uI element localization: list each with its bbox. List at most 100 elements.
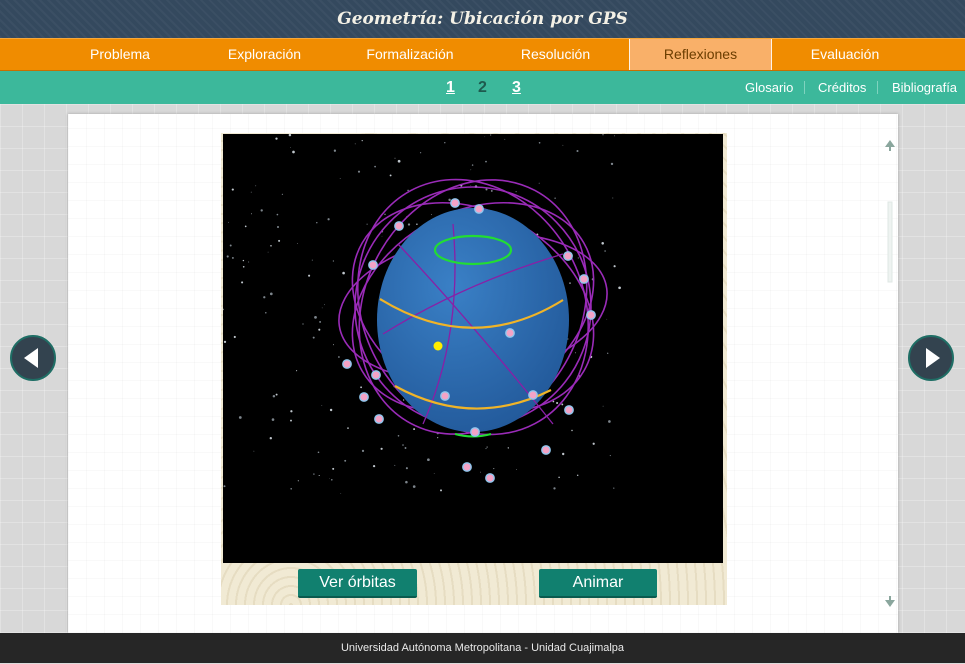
star: [397, 159, 401, 163]
star: [267, 251, 269, 253]
star: [297, 480, 299, 482]
star: [231, 188, 234, 191]
view-orbits-button[interactable]: Ver órbitas: [298, 569, 417, 598]
star: [231, 256, 234, 259]
gps-scene: Ver órbitas Animar: [221, 133, 727, 605]
bibliography-link[interactable]: Bibliografía: [892, 71, 957, 104]
nav-problema[interactable]: Problema: [48, 39, 192, 70]
nav-evaluacion[interactable]: Evaluación: [772, 39, 918, 70]
star: [333, 149, 337, 152]
star: [407, 223, 411, 226]
star: [271, 418, 275, 421]
glossary-link[interactable]: Glosario: [745, 71, 793, 104]
star: [413, 428, 416, 431]
star: [260, 209, 263, 212]
star: [244, 225, 247, 228]
star: [361, 449, 365, 453]
star: [448, 198, 451, 202]
star: [402, 444, 404, 446]
star: [250, 191, 252, 193]
nav-formalizacion[interactable]: Formalización: [337, 39, 483, 70]
star: [290, 488, 292, 490]
star: [311, 259, 313, 261]
arrow-up-icon: [885, 140, 895, 147]
star: [292, 150, 295, 154]
star: [607, 352, 609, 354]
star: [319, 320, 322, 323]
star: [507, 447, 509, 449]
star: [405, 480, 408, 484]
star: [614, 135, 616, 137]
star: [276, 213, 279, 216]
star: [440, 489, 442, 492]
nav-exploracion[interactable]: Exploración: [192, 39, 337, 70]
star: [321, 405, 323, 407]
star: [281, 193, 283, 195]
page-link-3[interactable]: 3: [512, 71, 521, 104]
animate-button[interactable]: Animar: [539, 569, 657, 598]
star: [332, 467, 335, 470]
star: [223, 340, 227, 344]
page-link-1[interactable]: 1: [446, 71, 455, 104]
prev-page-button[interactable]: [10, 335, 56, 381]
star: [317, 451, 320, 454]
star: [275, 137, 278, 140]
star: [329, 408, 333, 412]
star: [493, 468, 495, 470]
star: [516, 469, 517, 470]
star: [339, 178, 341, 179]
star: [612, 197, 614, 199]
star: [602, 134, 604, 136]
satellite: [440, 391, 450, 401]
satellite: [505, 328, 515, 338]
star: [342, 271, 345, 275]
star: [329, 477, 331, 479]
satellite: [528, 390, 538, 400]
app-title: Geometría: Ubicación por GPS: [337, 9, 628, 29]
star: [485, 188, 488, 191]
page-link-2-current[interactable]: 2: [478, 71, 487, 104]
star: [558, 476, 560, 479]
star: [577, 257, 579, 259]
star: [366, 223, 368, 225]
star: [571, 429, 573, 432]
star: [357, 170, 361, 173]
star: [602, 405, 604, 407]
star: [321, 307, 323, 309]
star: [561, 403, 564, 406]
arrow-down-icon: [885, 600, 895, 607]
star: [269, 437, 272, 440]
star: [324, 304, 325, 306]
star: [556, 401, 559, 405]
star: [361, 140, 363, 142]
star: [606, 318, 608, 320]
satellite: [371, 370, 381, 380]
star: [263, 296, 266, 299]
star: [275, 393, 278, 396]
star: [372, 464, 376, 468]
footer-text: Universidad Autónoma Metropolitana - Uni…: [340, 642, 625, 654]
star: [251, 213, 252, 215]
star: [592, 442, 595, 445]
star: [314, 316, 317, 319]
star: [404, 447, 407, 449]
star: [241, 281, 244, 284]
star: [242, 259, 245, 262]
star: [480, 471, 481, 473]
scrollbar[interactable]: [884, 136, 896, 612]
star: [394, 464, 396, 466]
star: [360, 386, 363, 389]
credits-link[interactable]: Créditos: [818, 71, 866, 104]
star: [419, 152, 422, 154]
star: [574, 352, 576, 354]
star: [613, 265, 616, 268]
nav-resolucion[interactable]: Resolución: [483, 39, 628, 70]
satellite-orbit-visualization[interactable]: [223, 134, 723, 563]
nav-reflexiones[interactable]: Reflexiones: [629, 39, 772, 70]
star: [276, 225, 280, 229]
star: [397, 435, 400, 437]
triangle-left-icon: [24, 348, 38, 368]
star: [433, 473, 435, 474]
next-page-button[interactable]: [908, 335, 954, 381]
star: [338, 356, 340, 358]
